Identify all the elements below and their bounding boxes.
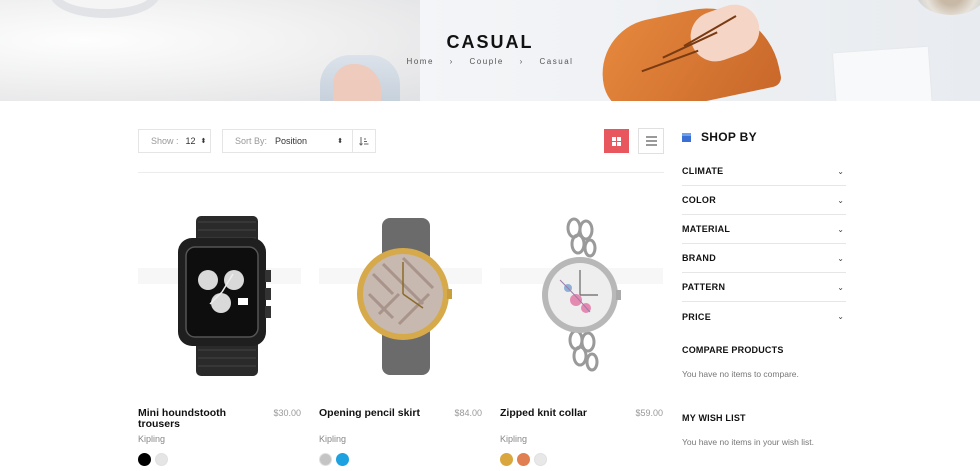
banner-plate [916, 0, 980, 15]
grid-view-button[interactable] [604, 129, 629, 153]
chevron-down-icon: ⌄ [837, 253, 844, 263]
shop-by-title: SHOP BY [701, 130, 757, 144]
chevron-down-icon: ⌄ [837, 282, 844, 292]
chevron-down-icon: ⌄ [837, 312, 844, 321]
color-swatches [319, 453, 349, 466]
product-name[interactable]: Mini houndstooth trousers [138, 408, 248, 430]
color-swatch-gold[interactable] [500, 453, 513, 466]
product-price: $84.00 [454, 408, 482, 418]
product-name[interactable]: Opening pencil skirt [319, 408, 429, 419]
filter-material[interactable]: MATERIAL ⌄ [682, 215, 846, 244]
breadcrumb-separator: › [449, 57, 454, 66]
filter-label: BRAND [682, 253, 716, 263]
product-price: $59.00 [635, 408, 663, 418]
chevron-down-icon: ⌄ [837, 195, 844, 205]
show-value: 12 [185, 136, 196, 146]
product-name[interactable]: Zipped knit collar [500, 408, 610, 419]
breadcrumb-couple[interactable]: Couple [470, 57, 504, 66]
show-label: Show : [151, 136, 179, 146]
product-brand: Kipling [319, 434, 347, 444]
color-swatch-lightgray[interactable] [155, 453, 168, 466]
category-banner: CASUAL Home › Couple › Casual [0, 0, 980, 101]
breadcrumb-separator: › [519, 57, 524, 66]
product-brand: Kipling [500, 434, 528, 444]
select-arrow-icon: ⬍ [200, 138, 207, 145]
sort-ascending-icon [359, 137, 369, 146]
filter-label: PRICE [682, 311, 712, 322]
grid-view-icon [612, 136, 621, 146]
filter-brand[interactable]: BRAND ⌄ [682, 244, 846, 273]
shop-by-icon [682, 132, 691, 142]
compare-empty-text: You have no items to compare. [682, 369, 799, 379]
filter-label: MATERIAL [682, 224, 731, 234]
shop-by-heading: SHOP BY [682, 130, 757, 144]
product-image-gold-watch[interactable] [319, 200, 482, 385]
toolbar-divider [138, 172, 664, 173]
sort-value: Position [275, 136, 308, 146]
breadcrumb-current: Casual [539, 57, 574, 66]
product-brand: Kipling [138, 434, 166, 444]
breadcrumb: Home › Couple › Casual [0, 57, 980, 66]
wishlist-empty-text: You have no items in your wish list. [682, 437, 814, 447]
show-limit-select[interactable]: Show : 12 ⬍ [138, 129, 211, 153]
wishlist-title: MY WISH LIST [682, 413, 746, 423]
filter-label: PATTERN [682, 282, 726, 292]
color-swatch-orange[interactable] [517, 453, 530, 466]
chevron-down-icon: ⌄ [837, 224, 844, 234]
filter-pattern[interactable]: PATTERN ⌄ [682, 273, 846, 302]
chevron-down-icon: ⌄ [837, 166, 844, 176]
product-price: $30.00 [273, 408, 301, 418]
select-arrow-icon: ⬍ [337, 138, 343, 145]
compare-products-title: COMPARE PRODUCTS [682, 345, 784, 355]
page-title: CASUAL [446, 32, 534, 52]
sort-by-select[interactable]: Sort By: Position ⬍ [222, 129, 353, 153]
banner-paper [833, 46, 932, 101]
breadcrumb-home[interactable]: Home [407, 57, 434, 66]
color-swatch-gray[interactable] [319, 453, 332, 466]
filter-label: CLIMATE [682, 166, 724, 176]
color-swatch-lightgray[interactable] [534, 453, 547, 466]
color-swatches [500, 453, 547, 466]
color-swatch-black[interactable] [138, 453, 151, 466]
sort-direction-button[interactable] [352, 129, 376, 153]
list-view-button[interactable] [638, 128, 664, 154]
product-image-black-watch[interactable] [138, 200, 301, 385]
filter-climate[interactable]: CLIMATE ⌄ [682, 157, 846, 186]
product-image-silver-watch[interactable] [500, 200, 663, 385]
filter-label: COLOR [682, 195, 716, 205]
filter-color[interactable]: COLOR ⌄ [682, 186, 846, 215]
color-swatch-blue[interactable] [336, 453, 349, 466]
color-swatches [138, 453, 168, 466]
list-view-icon [645, 136, 657, 138]
sort-label: Sort By: [235, 136, 268, 146]
filter-price[interactable]: PRICE ⌄ [682, 302, 846, 331]
